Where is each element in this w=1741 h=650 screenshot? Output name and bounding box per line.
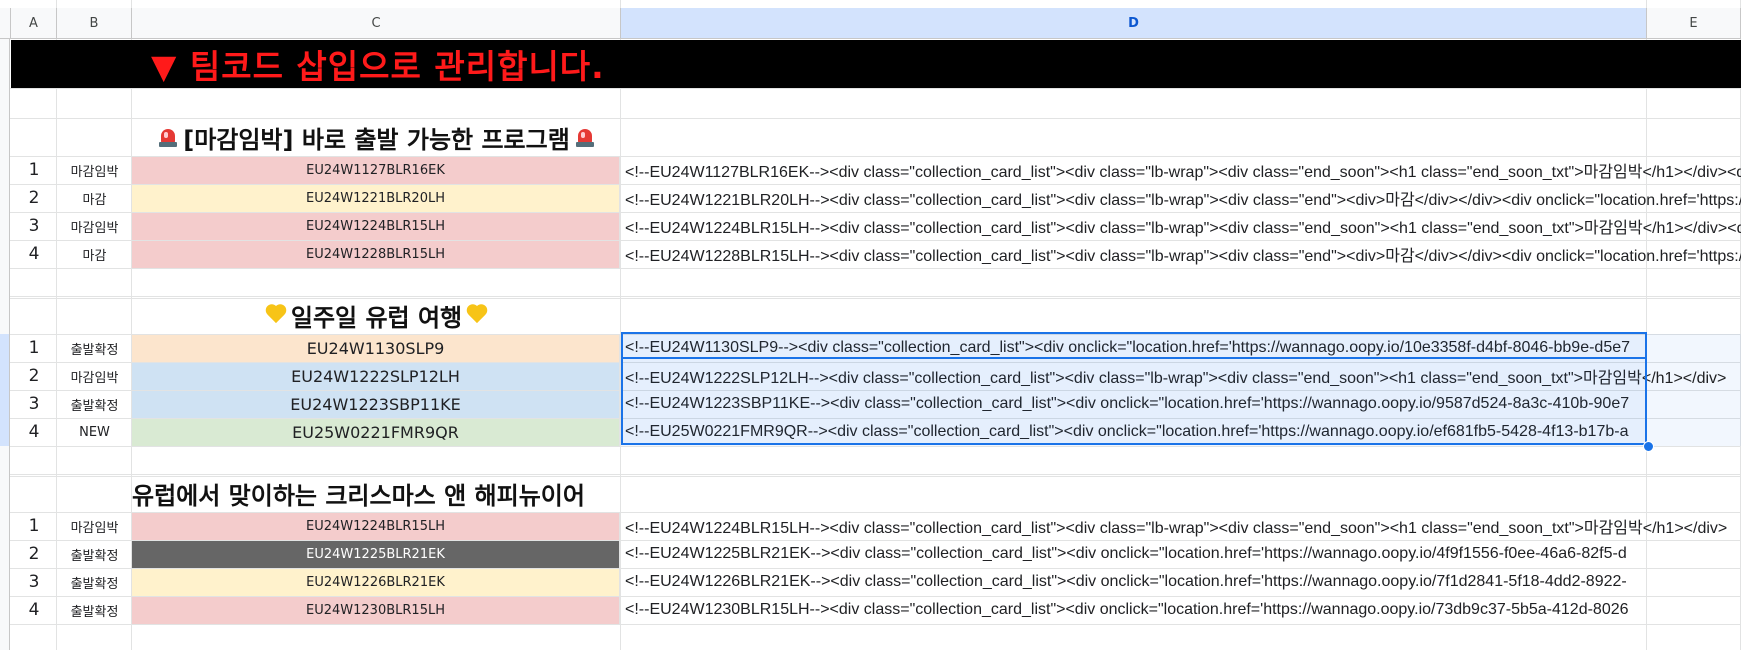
yellow-heart-icon — [466, 305, 488, 325]
team-code-cell[interactable]: EU24W1222SLP12LH — [132, 363, 620, 390]
grid-hline — [0, 446, 1741, 447]
section-title-text: 유럽에서 맞이하는 크리스마스 앤 해피뉴이어 — [132, 481, 585, 510]
html-snippet-cell[interactable]: <!--EU24W1225BLR21EK--><div class="colle… — [621, 540, 1741, 568]
team-code-cell[interactable]: EU25W0221FMR9QR — [132, 419, 620, 446]
grid-hline — [0, 88, 1741, 89]
html-snippet-cell[interactable]: <!--EU24W1224BLR15LH--><div class="colle… — [621, 512, 1741, 540]
section-title-2: 일주일 유럽 여행 — [132, 296, 621, 334]
select-all-corner[interactable] — [0, 8, 11, 39]
siren-icon — [575, 127, 594, 147]
row-number-cell[interactable]: 4 — [11, 418, 57, 446]
section-title-text: [마감임박] 바로 출발 가능한 프로그램 — [183, 125, 570, 154]
column-header-b[interactable]: B — [57, 8, 132, 39]
banner-row[interactable]: ▼ 팀코드 삽입으로 관리합니다. — [11, 40, 1741, 88]
spreadsheet-grid[interactable]: ABCDE ▼ 팀코드 삽입으로 관리합니다. [마감임박] 바로 출발 가능한… — [0, 0, 1741, 650]
html-snippet-cell[interactable]: <!--EU24W1130SLP9--><div class="collecti… — [621, 334, 1741, 362]
row-number-cell[interactable]: 3 — [11, 568, 57, 596]
status-cell[interactable]: 출발확정 — [57, 596, 132, 624]
yellow-heart-icon — [265, 305, 287, 325]
section-title-1: [마감임박] 바로 출발 가능한 프로그램 — [132, 118, 621, 156]
banner-text: ▼ 팀코드 삽입으로 관리합니다. — [151, 47, 605, 86]
column-header-d[interactable]: D — [621, 8, 1647, 39]
column-header-c[interactable]: C — [132, 8, 621, 39]
status-cell[interactable]: 마감 — [57, 184, 132, 212]
section-title-3: 유럽에서 맞이하는 크리스마스 앤 해피뉴이어 — [132, 474, 621, 512]
html-snippet-cell[interactable]: <!--EU25W0221FMR9QR--><div class="collec… — [621, 418, 1741, 446]
team-code-cell[interactable]: EU24W1224BLR15LH — [132, 213, 620, 240]
status-cell[interactable]: 마감임박 — [57, 362, 132, 390]
status-cell[interactable]: 출발확정 — [57, 390, 132, 418]
html-snippet-cell[interactable]: <!--EU24W1230BLR15LH--><div class="colle… — [621, 596, 1741, 624]
team-code-cell[interactable]: EU24W1230BLR15LH — [132, 597, 620, 624]
html-snippet-cell[interactable]: <!--EU24W1228BLR15LH--><div class="colle… — [621, 240, 1741, 268]
status-cell[interactable]: 마감임박 — [57, 512, 132, 540]
column-header-a[interactable]: A — [11, 8, 57, 39]
team-code-cell[interactable]: EU24W1225BLR21EK — [132, 541, 620, 568]
status-cell[interactable]: 마감임박 — [57, 156, 132, 184]
team-code-cell[interactable]: EU24W1224BLR15LH — [132, 513, 620, 540]
html-snippet-cell[interactable]: <!--EU24W1224BLR15LH--><div class="colle… — [621, 212, 1741, 240]
team-code-cell[interactable]: EU24W1223SBP11KE — [132, 391, 620, 418]
status-cell[interactable]: 마감 — [57, 240, 132, 268]
column-header-e[interactable]: E — [1647, 8, 1741, 39]
row-number-cell[interactable]: 4 — [11, 596, 57, 624]
team-code-cell[interactable]: EU24W1130SLP9 — [132, 335, 620, 362]
grid-hline — [0, 624, 1741, 625]
html-snippet-cell[interactable]: <!--EU24W1221BLR20LH--><div class="colle… — [621, 184, 1741, 212]
row-number-cell[interactable]: 1 — [11, 334, 57, 362]
fill-handle[interactable] — [1643, 441, 1654, 452]
team-code-cell[interactable]: EU24W1228BLR15LH — [132, 241, 620, 268]
html-snippet-cell[interactable]: <!--EU24W1223SBP11KE--><div class="colle… — [621, 390, 1741, 418]
siren-icon — [159, 127, 178, 147]
html-snippet-cell[interactable]: <!--EU24W1222SLP12LH--><div class="colle… — [621, 362, 1741, 390]
row-number-cell[interactable]: 2 — [11, 362, 57, 390]
row-number-cell[interactable]: 4 — [11, 240, 57, 268]
status-cell[interactable]: 출발확정 — [57, 540, 132, 568]
status-cell[interactable]: 출발확정 — [57, 334, 132, 362]
status-cell[interactable]: 출발확정 — [57, 568, 132, 596]
status-cell[interactable]: NEW — [57, 418, 132, 446]
team-code-cell[interactable]: EU24W1127BLR16EK — [132, 157, 620, 184]
row-number-cell[interactable]: 3 — [11, 212, 57, 240]
html-snippet-cell[interactable]: <!--EU24W1226BLR21EK--><div class="colle… — [621, 568, 1741, 596]
row-number-cell[interactable]: 2 — [11, 184, 57, 212]
grid-hline — [0, 268, 1741, 269]
html-snippet-cell[interactable]: <!--EU24W1127BLR16EK--><div class="colle… — [621, 156, 1741, 184]
row-number-cell[interactable]: 3 — [11, 390, 57, 418]
row-number-cell[interactable]: 1 — [11, 512, 57, 540]
status-cell[interactable]: 마감임박 — [57, 212, 132, 240]
team-code-cell[interactable]: EU24W1226BLR21EK — [132, 569, 620, 596]
section-title-text: 일주일 유럽 여행 — [290, 303, 463, 332]
row-number-cell[interactable]: 2 — [11, 540, 57, 568]
row-header-selected — [0, 334, 10, 446]
row-number-cell[interactable]: 1 — [11, 156, 57, 184]
team-code-cell[interactable]: EU24W1221BLR20LH — [132, 185, 620, 212]
